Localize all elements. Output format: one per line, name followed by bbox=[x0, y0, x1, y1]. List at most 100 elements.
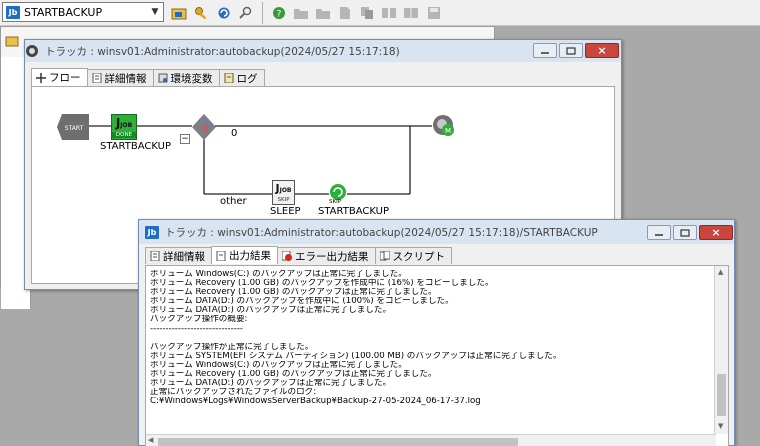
output-window: Jb トラッカ : winsv01:Administrator:autoback… bbox=[138, 219, 735, 446]
branch-true-label: 0 bbox=[231, 128, 238, 139]
branch-node[interactable] bbox=[192, 114, 218, 143]
output-line: バックアップ操作の概要: bbox=[150, 315, 248, 325]
skip-badge: SKIP bbox=[277, 197, 290, 203]
tracker-tabs: フロー 詳細情報 環境変数 ログ bbox=[31, 68, 265, 86]
flow-icon bbox=[36, 72, 46, 83]
output-line: 正常にバックアップされたファイルのログ: bbox=[150, 388, 317, 398]
scroll-up-icon[interactable]: ▲ bbox=[718, 268, 723, 276]
end-node[interactable]: M bbox=[432, 114, 456, 141]
maximize-button[interactable] bbox=[559, 43, 583, 58]
tab-output-label: 出力結果 bbox=[229, 250, 271, 262]
tab-environment-label: 環境変数 bbox=[170, 72, 213, 85]
output-text-pane[interactable]: ボリューム Windows(C:) のバックアップは正常に完了しました。 ボリュー… bbox=[145, 265, 729, 446]
tab-details-label: 詳細情報 bbox=[104, 72, 147, 85]
job-node-badge: JOB bbox=[279, 187, 292, 194]
done-badge: DONE bbox=[112, 132, 136, 138]
horizontal-scrollbar[interactable]: ◀ bbox=[146, 434, 716, 446]
save-icon[interactable] bbox=[425, 4, 443, 21]
tab-log-label: ログ bbox=[236, 72, 258, 85]
output-line: ボリューム Recovery (1.00 GB) のバックアップは正常に完了しま… bbox=[150, 288, 437, 298]
folder-icon[interactable] bbox=[314, 4, 332, 21]
output-line: ボリューム Windows(C:) のバックアップは正常に完了しました。 bbox=[150, 270, 407, 279]
document-icon bbox=[216, 250, 226, 261]
skip-badge: SKIP bbox=[329, 199, 342, 205]
vertical-scroll-thumb[interactable] bbox=[717, 374, 726, 416]
search-icon[interactable] bbox=[237, 4, 255, 21]
tab-environment[interactable]: 環境変数 bbox=[152, 69, 220, 86]
output-line: ボリューム Windows(C:) のバックアップは正常に完了しました。 bbox=[150, 360, 407, 370]
start-node[interactable]: START bbox=[57, 114, 89, 143]
tracker-title-bar[interactable]: トラッカ : winsv01:Administrator:autobackup(… bbox=[25, 40, 621, 62]
job-icon: Jb bbox=[145, 225, 159, 239]
horizontal-scroll-thumb[interactable] bbox=[158, 438, 518, 446]
document-icon[interactable] bbox=[336, 4, 354, 21]
tracker-title: トラッカ : winsv01:Administrator:autobackup(… bbox=[45, 45, 400, 58]
scroll-left-icon[interactable]: ◀ bbox=[148, 436, 153, 444]
import-icon[interactable] bbox=[402, 4, 420, 21]
document-icon bbox=[150, 251, 160, 261]
output-lines: ボリューム Windows(C:) のバックアップは正常に完了しました。 ボリュー… bbox=[150, 270, 710, 406]
minimize-button[interactable] bbox=[533, 43, 557, 58]
job-node-badge: JOB bbox=[120, 122, 133, 129]
scroll-down-icon[interactable]: ▼ bbox=[718, 422, 723, 430]
maximize-button[interactable] bbox=[673, 225, 697, 240]
log-icon bbox=[224, 73, 233, 83]
job-node-startbackup-label: STARTBACKUP bbox=[100, 141, 171, 152]
key-icon[interactable] bbox=[193, 4, 211, 21]
environment-icon bbox=[158, 73, 167, 83]
collapse-toggle[interactable]: − bbox=[180, 134, 190, 144]
tab-script-label: スクリプト bbox=[392, 250, 446, 263]
job-node-startbackup-skip-label: STARTBACKUP bbox=[318, 206, 389, 217]
toolbar-separator bbox=[262, 2, 263, 24]
output-line: ボリューム Recovery (1.00 GB) のバックアップは正常に完了しま… bbox=[150, 370, 437, 380]
main-toolbar: Jb STARTBACKUP ▼ ? bbox=[0, 0, 760, 26]
output-line: ------------------------------ bbox=[150, 324, 244, 334]
close-button[interactable]: × bbox=[699, 225, 733, 240]
tab-script[interactable]: スクリプト bbox=[374, 247, 452, 264]
job-selector-value: STARTBACKUP bbox=[24, 5, 103, 19]
tab-flow-label: フロー bbox=[49, 72, 81, 84]
output-line: ボリューム DATA(D:) のバックアップは正常に完了しました。 bbox=[150, 306, 392, 316]
output-line: ボリューム SYSTEM(EFI システム パーティション) (100.00 M… bbox=[150, 351, 562, 361]
close-button[interactable]: × bbox=[585, 43, 619, 58]
tab-error-output[interactable]: エラー出力結果 bbox=[277, 247, 376, 264]
tab-details[interactable]: 詳細情報 bbox=[145, 247, 212, 264]
output-tabs: 詳細情報 出力結果 エラー出力結果 スクリプト bbox=[145, 246, 452, 264]
tracker-icon bbox=[26, 45, 38, 57]
job-node-sleep-label: SLEEP bbox=[270, 206, 301, 217]
refresh-icon[interactable] bbox=[215, 4, 233, 21]
vertical-scrollbar[interactable]: ▲ ▼ bbox=[714, 266, 728, 434]
output-title: トラッカ : winsv01:Administrator:autobackup(… bbox=[165, 226, 598, 239]
output-line: バックアップ操作が正常に完了しました。 bbox=[150, 342, 314, 352]
svg-text:?: ? bbox=[277, 9, 282, 19]
tab-details-label: 詳細情報 bbox=[163, 250, 205, 263]
export-icon[interactable] bbox=[380, 4, 398, 21]
folder-icon[interactable] bbox=[292, 4, 310, 21]
output-line: ボリューム DATA(D:) のバックアップは正常に完了しました。 bbox=[150, 379, 392, 389]
chevron-down-icon[interactable]: ▼ bbox=[147, 3, 163, 21]
output-line: ボリューム Recovery (1.00 GB) のバックアップを作成中に (1… bbox=[150, 279, 494, 289]
script-icon bbox=[379, 251, 390, 261]
job-folder-icon[interactable] bbox=[170, 4, 188, 21]
tab-error-output-label: エラー出力結果 bbox=[295, 250, 369, 263]
svg-text:M: M bbox=[445, 127, 451, 135]
job-node-startbackup[interactable]: JJOB DONE bbox=[111, 114, 137, 140]
job-icon: Jb bbox=[6, 5, 20, 19]
tab-flow[interactable]: フロー bbox=[31, 68, 88, 86]
output-line: C:¥Windows¥Logs¥WindowsServerBackup¥Back… bbox=[150, 397, 481, 407]
job-selector[interactable]: Jb STARTBACKUP ▼ bbox=[2, 2, 164, 22]
error-icon bbox=[282, 251, 292, 261]
document-icon bbox=[92, 73, 101, 83]
branch-other-label: other bbox=[220, 196, 247, 207]
copy-icon[interactable] bbox=[358, 4, 376, 21]
help-icon[interactable]: ? bbox=[270, 4, 288, 21]
tab-log[interactable]: ログ bbox=[218, 69, 265, 86]
job-node-sleep[interactable]: JJOB SKIP bbox=[272, 180, 295, 205]
job-folder-icon bbox=[5, 35, 19, 50]
start-node-label: START bbox=[65, 125, 84, 132]
tab-output[interactable]: 出力結果 bbox=[211, 246, 278, 264]
tab-details[interactable]: 詳細情報 bbox=[86, 69, 154, 86]
minimize-button[interactable] bbox=[647, 225, 671, 240]
output-title-bar[interactable]: Jb トラッカ : winsv01:Administrator:autoback… bbox=[139, 220, 734, 244]
